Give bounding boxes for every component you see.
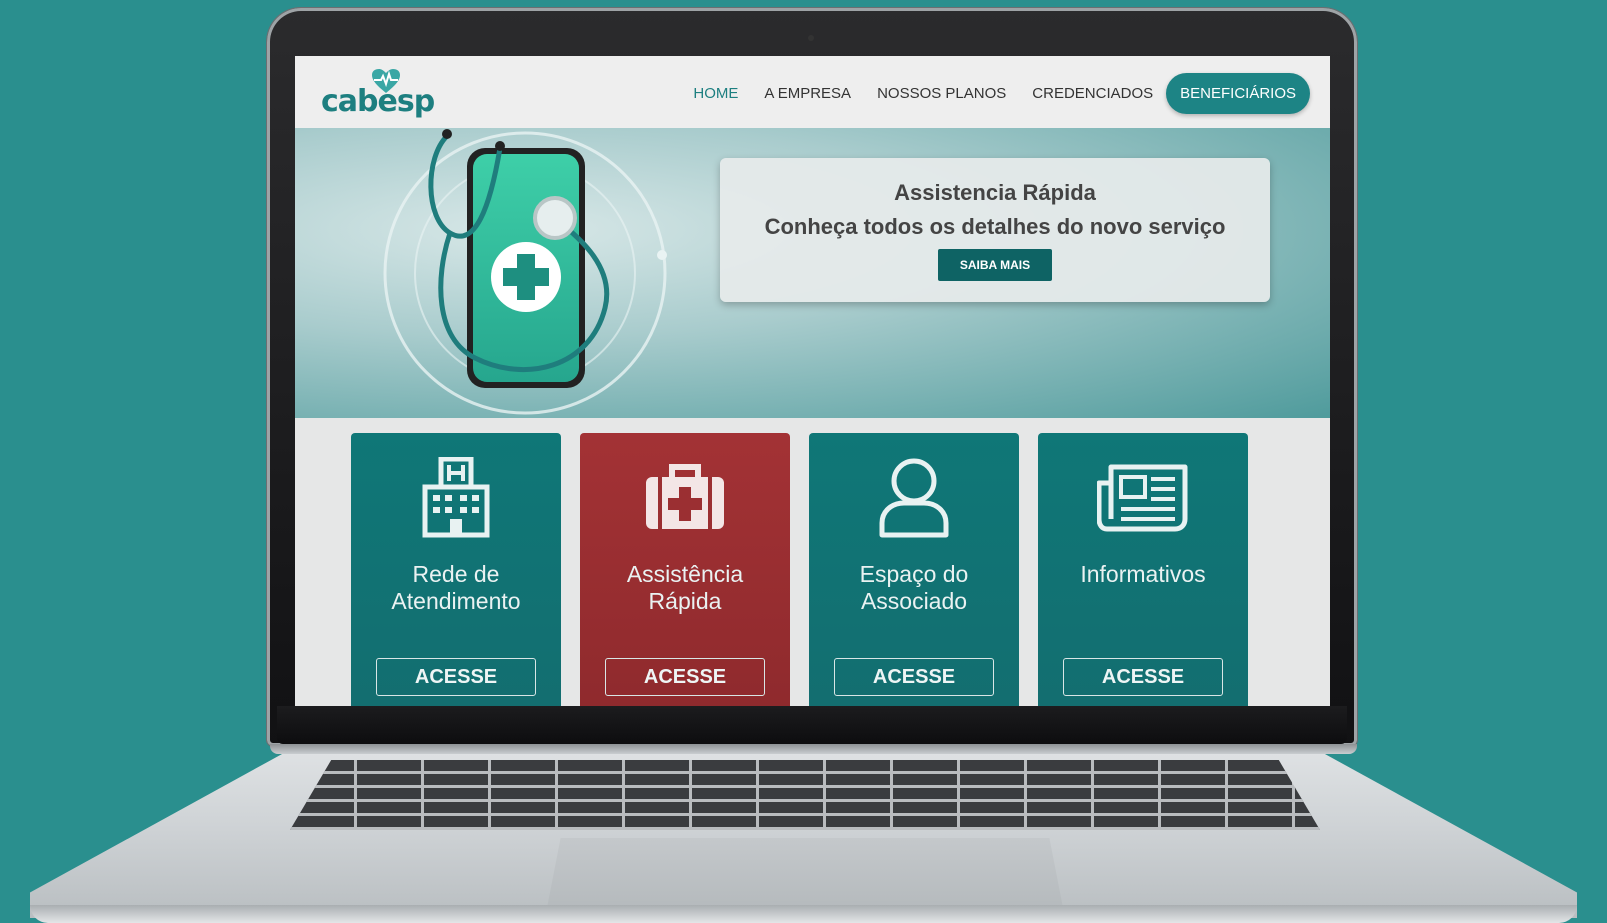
card-title-line2: Associado — [860, 588, 968, 614]
beneficiarios-button[interactable]: BENEFICIÁRIOS — [1166, 72, 1310, 114]
keyboard-rows — [290, 760, 1320, 830]
card-title-line2: Rápida — [648, 588, 722, 614]
phone-stethoscope-illustration — [383, 129, 667, 415]
hero-card: Assistencia Rápida Conheça todos os deta… — [720, 158, 1270, 302]
nav-nossos-planos[interactable]: NOSSOS PLANOS — [864, 85, 1019, 102]
navbar: cabesp HOME A EMPRESA NOSSOS PLANOS CRED… — [295, 56, 1330, 128]
card-title-line1: Assistência — [626, 561, 744, 587]
nav-home[interactable]: HOME — [680, 85, 751, 102]
services-section: Rede de Atendimento ACESSE Assistência R… — [295, 418, 1330, 706]
card-title-line2: Atendimento — [391, 588, 521, 614]
card-title-line1: Informativos — [1080, 561, 1206, 587]
nav-credenciados[interactable]: CREDENCIADOS — [1019, 85, 1166, 102]
acesse-button[interactable]: ACESSE — [1063, 658, 1223, 696]
acesse-button[interactable]: ACESSE — [376, 658, 536, 696]
card-title-line1: Espaço do — [859, 561, 969, 587]
main-menu: HOME A EMPRESA NOSSOS PLANOS CREDENCIADO… — [680, 72, 1310, 114]
hero-banner: Assistencia Rápida Conheça todos os deta… — [295, 128, 1330, 418]
nav-a-empresa[interactable]: A EMPRESA — [751, 85, 864, 102]
laptop-bezel — [277, 706, 1347, 744]
laptop-edge — [30, 905, 1577, 923]
medical-kit-icon — [646, 464, 724, 529]
logo-text: cabesp — [321, 84, 435, 119]
card-informativos[interactable]: Informativos ACESSE — [1038, 433, 1248, 706]
hospital-icon — [422, 457, 490, 538]
user-icon — [879, 458, 949, 538]
card-espaco-associado[interactable]: Espaço do Associado ACESSE — [809, 433, 1019, 706]
acesse-button[interactable]: ACESSE — [605, 658, 765, 696]
laptop-hinge — [270, 744, 1357, 754]
saiba-mais-button[interactable]: SAIBA MAIS — [937, 249, 1053, 281]
website-screen: cabesp HOME A EMPRESA NOSSOS PLANOS CRED… — [295, 56, 1330, 706]
camera-icon — [808, 35, 814, 41]
card-title-line1: Rede de — [412, 561, 500, 587]
acesse-button[interactable]: ACESSE — [834, 658, 994, 696]
newspaper-icon — [1097, 464, 1188, 532]
card-rede-atendimento[interactable]: Rede de Atendimento ACESSE — [351, 433, 561, 706]
logo[interactable]: cabesp — [321, 68, 441, 120]
hero-title: Assistencia Rápida — [894, 180, 1096, 205]
card-assistencia-rapida[interactable]: Assistência Rápida ACESSE — [580, 433, 790, 706]
hero-subtitle: Conheça todos os detalhes do novo serviç… — [764, 214, 1226, 239]
